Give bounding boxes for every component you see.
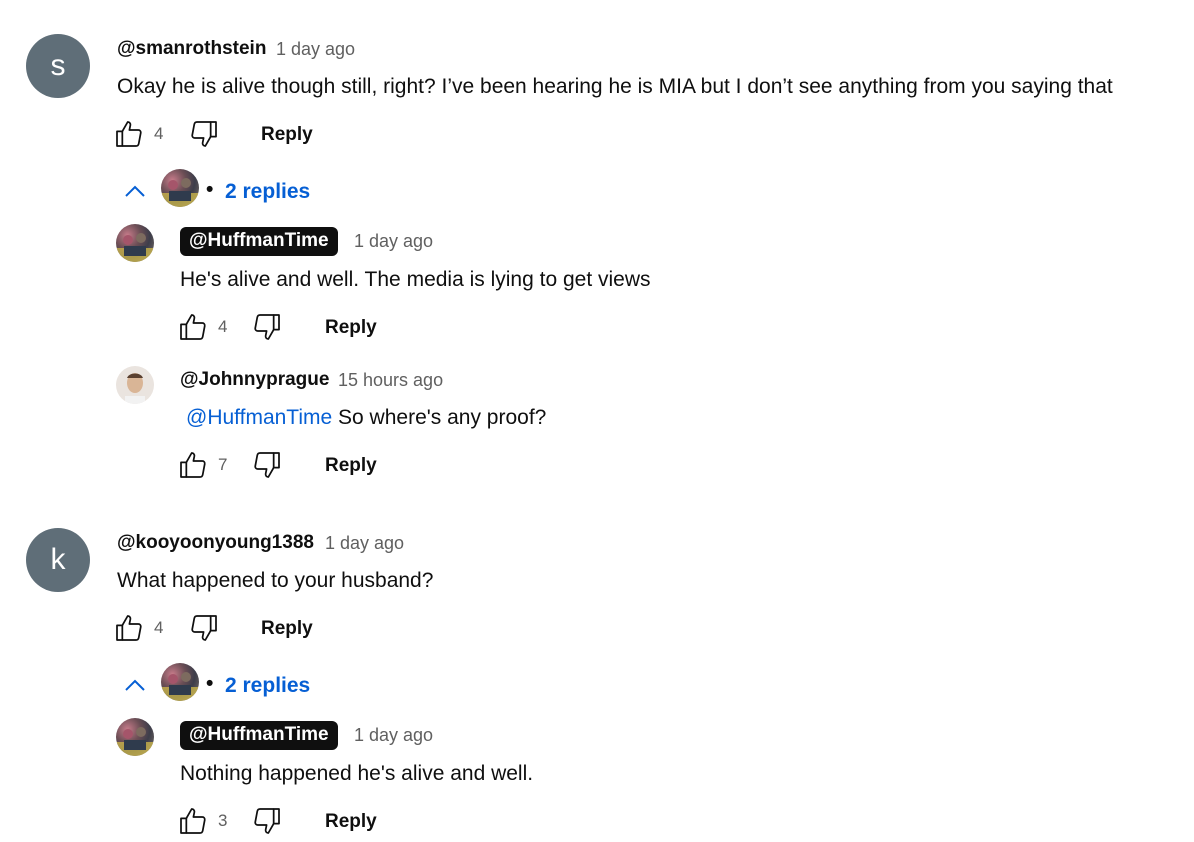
comment-text: What happened to your husband? — [117, 569, 434, 592]
like-button[interactable] — [113, 118, 145, 150]
chevron-up-icon — [125, 679, 145, 691]
reply-author-avatar — [161, 169, 199, 207]
reply-button[interactable]: Reply — [261, 124, 313, 146]
channel-owner-badge[interactable]: @HuffmanTime — [180, 721, 338, 750]
comment-time[interactable]: 15 hours ago — [338, 370, 443, 391]
reply-button[interactable]: Reply — [325, 811, 377, 833]
avatar-letter: k — [50, 543, 66, 576]
reply-button[interactable]: Reply — [325, 455, 377, 477]
avatar[interactable] — [116, 366, 154, 404]
like-count: 4 — [154, 618, 164, 637]
comment-time[interactable]: 1 day ago — [354, 725, 433, 746]
channel-owner-badge[interactable]: @HuffmanTime — [180, 227, 338, 256]
like-button[interactable] — [113, 612, 145, 644]
thumbs-up-icon — [116, 121, 142, 147]
comment-author[interactable]: @smanrothstein — [117, 38, 266, 60]
thumbs-up-icon — [180, 808, 206, 834]
thumbs-up-icon — [180, 314, 206, 340]
dislike-button[interactable] — [188, 118, 220, 150]
thumbs-down-icon — [254, 452, 280, 478]
avatar[interactable] — [116, 718, 154, 756]
thumbs-up-icon — [180, 452, 206, 478]
comment-text: @HuffmanTime So where's any proof? — [186, 406, 546, 430]
mention-link[interactable]: @HuffmanTime — [186, 406, 332, 429]
avatar[interactable]: s — [26, 34, 90, 98]
thumbs-up-icon — [116, 615, 142, 641]
like-count: 3 — [218, 811, 228, 830]
comment-time[interactable]: 1 day ago — [325, 533, 404, 554]
reply-button[interactable]: Reply — [325, 317, 377, 339]
dislike-button[interactable] — [188, 612, 220, 644]
thumbs-down-icon — [254, 314, 280, 340]
dislike-button[interactable] — [251, 805, 283, 837]
comment-text-body: So where's any proof? — [332, 406, 547, 429]
like-count: 4 — [218, 317, 228, 336]
comment-text: He's alive and well. The media is lying … — [180, 268, 651, 291]
avatar-letter: s — [50, 49, 66, 82]
separator-dot: • — [206, 672, 214, 695]
dislike-button[interactable] — [251, 311, 283, 343]
like-button[interactable] — [177, 311, 209, 343]
separator-dot: • — [206, 178, 214, 201]
comment-author[interactable]: @Johnnyprague — [180, 369, 329, 391]
comment-time[interactable]: 1 day ago — [276, 39, 355, 60]
dislike-button[interactable] — [251, 449, 283, 481]
replies-toggle[interactable]: 2 replies — [225, 674, 310, 698]
collapse-replies-button[interactable] — [122, 181, 148, 203]
like-button[interactable] — [177, 449, 209, 481]
thumbs-down-icon — [191, 121, 217, 147]
comment-text: Nothing happened he's alive and well. — [180, 762, 534, 785]
thumbs-down-icon — [254, 808, 280, 834]
reply-button[interactable]: Reply — [261, 618, 313, 640]
comment-author[interactable]: @kooyoonyoung1388 — [117, 532, 314, 554]
like-count: 4 — [154, 124, 164, 143]
replies-toggle[interactable]: 2 replies — [225, 180, 310, 204]
comment-text: Okay he is alive though still, right? I’… — [117, 75, 1113, 98]
comment-time[interactable]: 1 day ago — [354, 231, 433, 252]
avatar[interactable]: k — [26, 528, 90, 592]
chevron-up-icon — [125, 185, 145, 197]
avatar[interactable] — [116, 224, 154, 262]
collapse-replies-button[interactable] — [122, 675, 148, 697]
like-button[interactable] — [177, 805, 209, 837]
like-count: 7 — [218, 455, 228, 474]
thumbs-down-icon — [191, 615, 217, 641]
reply-author-avatar — [161, 663, 199, 701]
